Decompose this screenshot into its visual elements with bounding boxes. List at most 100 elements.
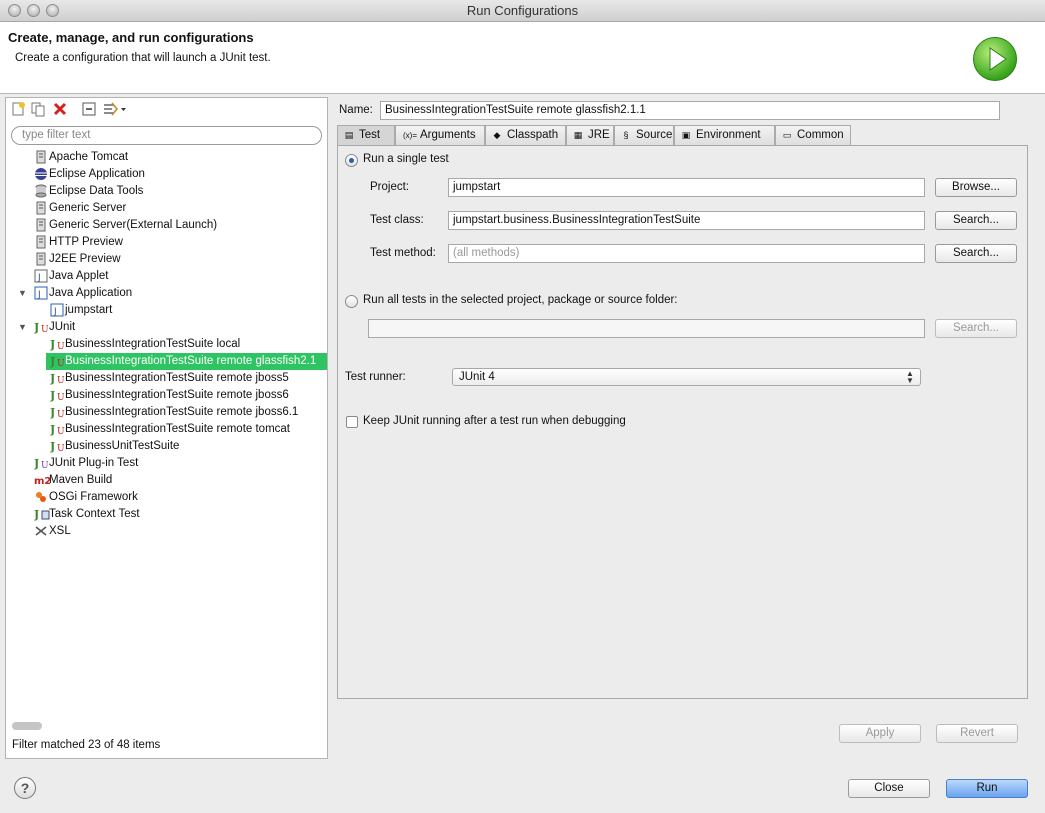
tab-label: Arguments — [420, 129, 476, 141]
tree-item[interactable]: XSL — [10, 523, 327, 540]
tab-test[interactable]: ▤ Test — [337, 125, 395, 145]
container-field[interactable] — [368, 319, 925, 338]
browse-button[interactable]: Browse... — [935, 178, 1017, 197]
tab-label: Common — [797, 129, 844, 141]
test-class-label: Test class: — [370, 214, 424, 226]
tree-item[interactable]: m2 Maven Build — [10, 472, 327, 489]
search-container-button[interactable]: Search... — [935, 319, 1017, 338]
run-button[interactable]: Run — [946, 779, 1028, 798]
svg-text:J: J — [53, 307, 57, 317]
apply-button[interactable]: Apply — [839, 724, 921, 743]
filter-menu-icon[interactable] — [102, 101, 128, 117]
tree-item[interactable]: OSGi Framework — [10, 489, 327, 506]
tree-item-label: Generic Server(External Launch) — [49, 219, 218, 231]
test-tab-icon: ▤ — [344, 130, 354, 140]
tree-item-label: Java Applet — [49, 270, 109, 282]
tree-item[interactable]: ▼ J U JUnit — [10, 319, 327, 336]
tree-item[interactable]: J U BusinessIntegrationTestSuite remote jb… — [46, 387, 327, 404]
tree-item[interactable]: J Java Applet — [10, 268, 327, 285]
test-method-field[interactable]: (all methods) — [448, 244, 925, 263]
duplicate-icon[interactable] — [30, 101, 46, 117]
project-field[interactable]: jumpstart — [448, 178, 925, 197]
tree-item-label: BusinessIntegrationTestSuite remote glas… — [65, 355, 317, 367]
tab-classpath[interactable]: ◆ Classpath — [485, 125, 566, 145]
tree-item[interactable]: J U BusinessIntegrationTestSuite local — [46, 336, 327, 353]
maven-icon: m2 — [34, 473, 51, 487]
tree-item-label: Generic Server — [49, 202, 127, 214]
window-title: Run Configurations — [466, 3, 579, 18]
search-class-button[interactable]: Search... — [935, 211, 1017, 230]
tree-item[interactable]: J U BusinessIntegrationTestSuite remote to… — [46, 421, 327, 438]
junit-icon: JU — [49, 354, 65, 369]
test-class-field[interactable]: jumpstart.business.BusinessIntegrationTe… — [448, 211, 925, 230]
horizontal-scrollbar[interactable] — [12, 722, 42, 730]
filter-input[interactable]: type filter text — [11, 126, 322, 145]
jre-icon: ▦ — [573, 130, 583, 140]
expand-arrow-icon[interactable]: ▼ — [18, 285, 27, 302]
run-single-test-radio[interactable] — [345, 154, 358, 167]
tree-item[interactable]: J U BusinessUnitTestSuite — [46, 438, 327, 455]
tree-item[interactable]: Jjumpstart — [46, 302, 327, 319]
tab-common[interactable]: ▭ Common — [775, 125, 851, 145]
tree-item[interactable]: Generic Server — [10, 200, 327, 217]
junit-icon: JU — [33, 320, 49, 335]
svg-text:J: J — [50, 355, 55, 368]
search-method-button[interactable]: Search... — [935, 244, 1017, 263]
tree-item[interactable]: HTTP Preview — [10, 234, 327, 251]
tree-item[interactable]: ▼ J Java Application — [10, 285, 327, 302]
tree-item-label: Task Context Test — [49, 508, 140, 520]
keep-junit-running-label: Keep JUnit running after a test run when… — [363, 415, 626, 427]
name-field[interactable]: BusinessIntegrationTestSuite remote glas… — [380, 101, 1000, 120]
svg-text:U: U — [57, 342, 65, 351]
revert-button[interactable]: Revert — [936, 724, 1018, 743]
java-app-icon: J — [34, 286, 48, 300]
expand-arrow-icon[interactable]: ▼ — [18, 319, 27, 336]
tree-item[interactable]: Generic Server(External Launch) — [10, 217, 327, 234]
junit-icon: JU — [49, 422, 65, 437]
tree-item[interactable]: J U JUnit Plug-in Test — [10, 455, 327, 472]
svg-text:U: U — [57, 410, 65, 419]
delete-icon[interactable] — [52, 101, 68, 117]
help-icon[interactable]: ? — [14, 777, 36, 799]
tree-item[interactable]: J U BusinessIntegrationTestSuite remote gl… — [46, 353, 327, 370]
project-label: Project: — [370, 181, 409, 193]
tree-item-label: HTTP Preview — [49, 236, 123, 248]
source-icon: § — [623, 130, 629, 140]
tree-item[interactable]: J U BusinessIntegrationTestSuite remote jb… — [46, 370, 327, 387]
junit-icon: JU — [49, 337, 65, 352]
test-runner-select[interactable]: JUnit 4 — [452, 368, 921, 386]
name-label: Name: — [339, 104, 373, 116]
tree-item[interactable]: Apache Tomcat — [10, 149, 327, 166]
configuration-list-panel: type filter text Apache Tomcat Eclipse Ap… — [5, 97, 328, 759]
junit-icon: JU — [49, 388, 65, 403]
dialog-header: Create, manage, and run configurations C… — [0, 22, 1045, 94]
collapse-all-icon[interactable] — [81, 101, 97, 117]
tab-label: Source — [636, 129, 673, 141]
tab-arguments[interactable]: (x)= Arguments — [395, 125, 485, 145]
tree-item-label: jumpstart — [65, 304, 113, 316]
tree-item[interactable]: J2EE Preview — [10, 251, 327, 268]
tree-item[interactable]: Eclipse Application — [10, 166, 327, 183]
test-runner-label: Test runner: — [345, 371, 406, 383]
svg-text:J: J — [50, 440, 55, 453]
tab-environment[interactable]: ▣ Environment — [674, 125, 775, 145]
server-icon — [34, 218, 48, 232]
tab-source[interactable]: § Source — [614, 125, 674, 145]
keep-junit-running-checkbox[interactable] — [346, 416, 358, 428]
tree-item[interactable]: J Task Context Test — [10, 506, 327, 523]
run-all-tests-radio[interactable] — [345, 295, 358, 308]
tree-item-label: Apache Tomcat — [49, 151, 129, 163]
server-icon — [34, 235, 48, 249]
tab-jre[interactable]: ▦ JRE — [566, 125, 614, 145]
close-button[interactable]: Close — [848, 779, 930, 798]
svg-text:U: U — [57, 376, 65, 385]
server-icon — [34, 150, 48, 164]
header-subtitle: Create a configuration that will launch … — [15, 52, 271, 64]
tree-item-label: XSL — [49, 525, 71, 537]
window-title-bar: Run Configurations — [0, 0, 1045, 22]
new-configuration-icon[interactable] — [10, 101, 26, 117]
tree-item[interactable]: J U BusinessIntegrationTestSuite remote jb… — [46, 404, 327, 421]
tree-item[interactable]: Eclipse Data Tools — [10, 183, 327, 200]
tab-label: Classpath — [507, 129, 559, 141]
junit-icon: JU — [49, 405, 65, 420]
